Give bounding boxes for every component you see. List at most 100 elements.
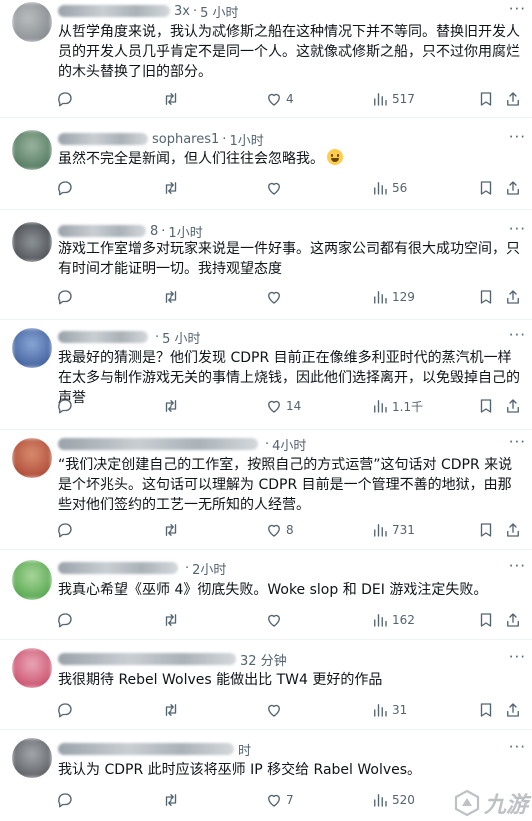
timestamp[interactable]: 2小时 <box>192 559 226 578</box>
like-button[interactable] <box>265 178 286 198</box>
avatar[interactable] <box>12 222 52 262</box>
heart-icon <box>268 524 280 537</box>
tweet-text: 我很期待 Rebel Wolves 能做出比 TW4 更好的作品 <box>58 672 383 688</box>
reply-button[interactable] <box>56 790 74 810</box>
retweet-button[interactable] <box>162 610 180 630</box>
avatar[interactable] <box>12 560 52 600</box>
grinning-face-emoji-icon <box>327 149 343 165</box>
like-button[interactable]: 8 <box>265 520 294 540</box>
share-button[interactable] <box>504 89 522 109</box>
tweet[interactable]: 32 分钟 ··· 我很期待 Rebel Wolves 能做出比 TW4 更好的… <box>0 640 532 730</box>
tweet[interactable]: 3x · 5 小时 ··· 从哲学角度来说，我认为忒修斯之船在这种情况下并不等同… <box>0 0 532 118</box>
avatar[interactable] <box>12 738 52 778</box>
bookmark-button[interactable] <box>477 287 495 307</box>
retweet-button[interactable] <box>162 790 180 810</box>
view-count: 31 <box>392 703 408 717</box>
handle[interactable]: 3x <box>174 4 190 19</box>
bookmark-button[interactable] <box>477 178 495 198</box>
reply-button[interactable] <box>56 700 74 720</box>
separator-dot: · <box>185 560 190 576</box>
bookmark-button[interactable] <box>477 89 495 109</box>
share-button[interactable] <box>504 396 522 416</box>
views-icon <box>374 93 387 106</box>
like-button[interactable]: 7 <box>265 790 294 810</box>
retweet-button[interactable] <box>162 520 180 540</box>
reply-button[interactable] <box>56 178 74 198</box>
more-icon[interactable]: ··· <box>509 557 526 575</box>
like-button[interactable] <box>265 700 286 720</box>
avatar[interactable] <box>12 328 52 368</box>
timestamp[interactable]: 时 <box>238 740 251 759</box>
avatar[interactable] <box>12 2 52 42</box>
timestamp[interactable]: 1小时 <box>229 130 263 149</box>
reply-button[interactable] <box>56 610 74 630</box>
more-icon[interactable]: ··· <box>509 738 526 756</box>
views-button[interactable]: 517 <box>371 89 415 109</box>
views-icon <box>374 400 387 413</box>
share-button[interactable] <box>504 287 522 307</box>
timestamp[interactable]: 5 小时 <box>200 2 238 21</box>
share-button[interactable] <box>504 520 522 540</box>
handle[interactable]: sophares1 <box>152 132 219 147</box>
tweet[interactable]: · 2小时 ··· 我真心希望《巫师 4》彻底失败。Woke slop 和 DE… <box>0 550 532 640</box>
like-count: 4 <box>286 92 294 106</box>
retweet-button[interactable] <box>162 178 180 198</box>
more-icon[interactable]: ··· <box>509 326 526 344</box>
bookmark-button[interactable] <box>477 610 495 630</box>
retweet-button[interactable] <box>162 89 180 109</box>
views-button[interactable]: 31 <box>371 700 407 720</box>
timestamp[interactable]: 5 小时 <box>162 328 200 347</box>
tweet-text: 我真心希望《巫师 4》彻底失败。Woke slop 和 DEI 游戏注定失败。 <box>58 582 488 598</box>
bookmark-button[interactable] <box>477 520 495 540</box>
like-button[interactable]: 4 <box>265 89 294 109</box>
retweet-button[interactable] <box>162 287 180 307</box>
avatar[interactable] <box>12 438 52 478</box>
views-button[interactable]: 731 <box>371 520 415 540</box>
timestamp[interactable]: 4小时 <box>272 435 306 454</box>
bookmark-icon <box>480 399 492 413</box>
more-icon[interactable]: ··· <box>509 220 526 238</box>
like-button[interactable]: 14 <box>265 396 301 416</box>
share-button[interactable] <box>504 700 522 720</box>
reply-button[interactable] <box>56 520 74 540</box>
bookmark-button[interactable] <box>477 396 495 416</box>
retweet-button[interactable] <box>162 700 180 720</box>
action-bar: 31 <box>0 700 532 720</box>
tweet[interactable]: 时 ··· 我认为 CDPR 此时应该将巫师 IP 移交给 Rabel Wolv… <box>0 730 532 821</box>
views-icon <box>374 794 387 807</box>
more-icon[interactable]: ··· <box>509 0 526 18</box>
views-button[interactable]: 162 <box>371 610 415 630</box>
views-button[interactable]: 520 <box>371 790 415 810</box>
tweet[interactable]: · 5 小时 ··· 我最好的猜测是？他们发现 CDPR 目前正在像维多利亚时代… <box>0 320 532 430</box>
heart-icon <box>268 93 280 106</box>
tweet[interactable]: sophares1 · 1小时 ··· 虽然不完全是新闻，但人们往往会忽略我。 … <box>0 118 532 210</box>
like-button[interactable] <box>265 287 286 307</box>
handle[interactable]: 8 <box>150 224 158 239</box>
share-button[interactable] <box>504 178 522 198</box>
views-button[interactable]: 56 <box>371 178 407 198</box>
more-icon[interactable]: ··· <box>509 128 526 146</box>
bookmark-button[interactable] <box>477 700 495 720</box>
timestamp[interactable]: 1小时 <box>168 222 202 241</box>
retweet-button[interactable] <box>162 396 180 416</box>
more-icon[interactable]: ··· <box>509 433 526 451</box>
tweet-header: 32 分钟 <box>58 650 287 669</box>
reply-button[interactable] <box>56 89 74 109</box>
tweet[interactable]: 8 · 1小时 ··· 游戏工作室增多对玩家来说是一件好事。这两家公司都有很大成… <box>0 210 532 320</box>
share-button[interactable] <box>504 610 522 630</box>
views-button[interactable]: 129 <box>371 287 415 307</box>
heart-icon <box>268 704 280 717</box>
avatar[interactable] <box>12 648 52 688</box>
display-name-redacted <box>58 225 146 237</box>
like-button[interactable] <box>265 610 286 630</box>
like-count: 14 <box>286 399 302 413</box>
more-icon[interactable]: ··· <box>509 648 526 666</box>
avatar[interactable] <box>12 130 52 170</box>
view-count: 517 <box>392 92 415 106</box>
display-name-redacted <box>58 653 236 665</box>
timestamp[interactable]: 32 分钟 <box>240 650 287 669</box>
views-button[interactable]: 1.1千 <box>371 396 423 416</box>
tweet[interactable]: · 4小时 ··· “我们决定创建自己的工作室，按照自己的方式运营”这句话对 C… <box>0 430 532 550</box>
reply-button[interactable] <box>56 287 74 307</box>
reply-button[interactable] <box>56 396 74 416</box>
